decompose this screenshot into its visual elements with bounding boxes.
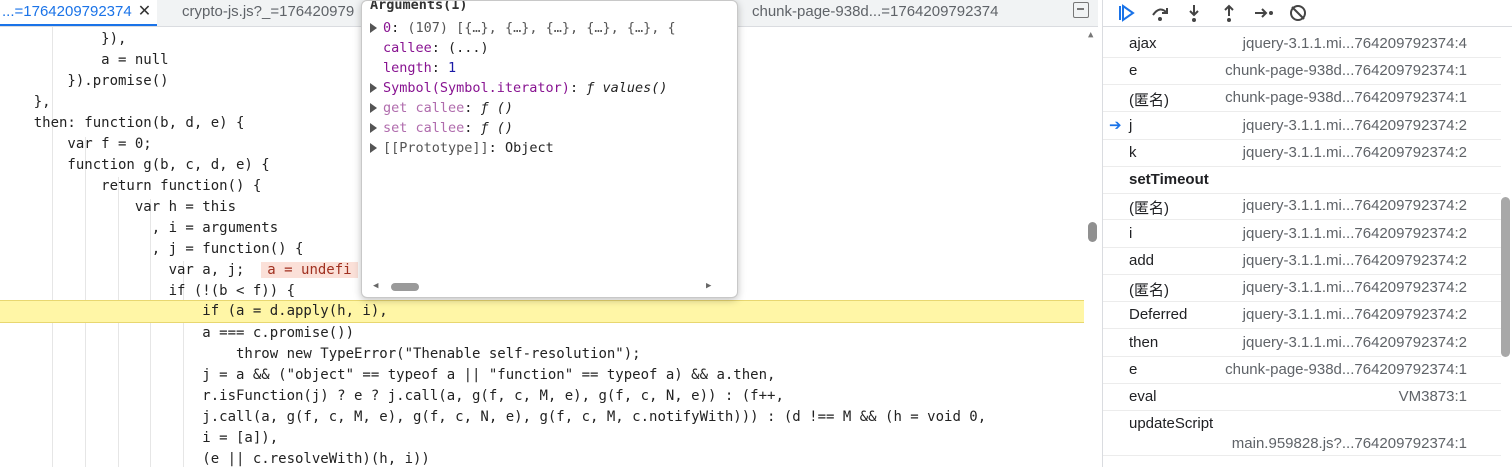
editor-scrollbar[interactable] <box>1087 27 1098 467</box>
scroll-left-icon[interactable]: ◀ <box>373 281 378 291</box>
scroll-right-icon[interactable]: ▶ <box>706 281 711 291</box>
tab-crypto-js[interactable]: crypto-js.js?_=176420979 <box>182 0 354 26</box>
expand-triangle-icon[interactable] <box>370 23 377 33</box>
expand-triangle-icon[interactable] <box>370 103 377 113</box>
tab-label: chunk-page-938d...=1764209792374 <box>752 3 999 20</box>
code-line: a === c.promise()) <box>0 325 355 341</box>
code-line: throw new TypeError("Thenable self-resol… <box>0 346 641 362</box>
call-frame[interactable]: eval VM3873:1 <box>1103 384 1501 411</box>
step-into-icon[interactable] <box>1183 3 1205 23</box>
current-frame-arrow-icon: ➔ <box>1109 117 1122 134</box>
popover-row[interactable]: get callee: ƒ () <box>370 98 513 118</box>
scroll-up-icon[interactable]: ▲ <box>1088 30 1093 40</box>
code-line: (e || c.resolveWith)(h, i)) <box>0 451 430 467</box>
popover-row[interactable]: Symbol(Symbol.iterator): ƒ values() <box>370 78 667 98</box>
expand-triangle-icon[interactable] <box>370 83 377 93</box>
tab-chunk-page[interactable]: chunk-page-938d...=1764209792374 <box>752 0 998 26</box>
call-frame[interactable]: k jquery-3.1.1.mi...764209792374:2 <box>1103 140 1501 167</box>
popover-row[interactable]: 0: (107) [{…}, {…}, {…}, {…}, {…}, { <box>370 18 676 38</box>
popover-row[interactable]: [[Prototype]]: Object <box>370 138 554 158</box>
popover-row[interactable]: length: 1 <box>370 58 456 78</box>
debugger-sidebar: ajax jquery-3.1.1.mi...764209792374:4 e ch… <box>1102 0 1512 467</box>
arguments-popover[interactable]: Arguments(1) 0: (107) [{…}, {…}, {…}, {…… <box>361 0 738 298</box>
call-stack-scroll-thumb[interactable] <box>1501 197 1510 357</box>
call-frame[interactable]: updateScript main.959828.js?...7642097923… <box>1103 411 1501 456</box>
resume-icon[interactable] <box>1115 3 1137 23</box>
editor-scroll-thumb[interactable] <box>1088 222 1097 242</box>
call-frame[interactable]: e chunk-page-938d...764209792374:1 <box>1103 357 1501 384</box>
execution-line: if (a = d.apply(h, i), <box>0 300 1084 323</box>
expand-triangle-icon[interactable] <box>370 143 377 153</box>
popover-title: Arguments(1) <box>370 0 468 13</box>
popover-scroll-thumb[interactable] <box>391 283 419 291</box>
call-frame[interactable]: add jquery-3.1.1.mi...764209792374:2 <box>1103 248 1501 275</box>
code-line: j = a && ("object" == typeof a || "funct… <box>0 367 776 383</box>
call-frame[interactable]: (匿名) jquery-3.1.1.mi...764209792374:2 <box>1103 193 1501 220</box>
code-line: i = [a]), <box>0 430 279 446</box>
call-frame[interactable]: (匿名) jquery-3.1.1.mi...764209792374:2 <box>1103 275 1501 302</box>
call-frame[interactable]: Deferred jquery-3.1.1.mi...764209792374:2 <box>1103 302 1501 329</box>
popover-row[interactable]: callee: (...) <box>370 38 489 58</box>
tab-label: crypto-js.js?_=176420979 <box>182 3 355 20</box>
expand-triangle-icon[interactable] <box>370 123 377 133</box>
debugger-toolbar <box>1103 0 1512 27</box>
step-icon[interactable] <box>1253 3 1275 23</box>
popover-row[interactable]: set callee: ƒ () <box>370 118 513 138</box>
step-out-icon[interactable] <box>1218 3 1240 23</box>
code-line: j.call(a, g(f, c, M, e), g(f, c, N, e), … <box>0 409 987 425</box>
step-over-icon[interactable] <box>1149 3 1171 23</box>
call-frame[interactable]: (匿名) chunk-page-938d...764209792374:1 <box>1103 85 1501 112</box>
async-boundary-label: setTimeout <box>1103 167 1501 194</box>
tab-jquery[interactable]: ...=1764209792374 ✕ <box>0 0 158 26</box>
tab-label: ...=1764209792374 <box>2 3 132 20</box>
popover-hscrollbar[interactable]: ◀ ▶ <box>370 281 725 293</box>
deactivate-breakpoints-icon[interactable] <box>1287 3 1309 23</box>
code-line: r.isFunction(j) ? e ? j.call(a, g(f, c, … <box>0 388 784 404</box>
call-frame[interactable]: ajax jquery-3.1.1.mi...764209792374:4 <box>1103 31 1501 58</box>
inline-value-badge: a = undefi <box>261 262 358 278</box>
collapse-panel-icon[interactable] <box>1073 2 1089 18</box>
call-frame[interactable]: e chunk-page-938d...764209792374:1 <box>1103 58 1501 85</box>
call-frame[interactable]: then jquery-3.1.1.mi...764209792374:2 <box>1103 330 1501 357</box>
call-frame[interactable]: i jquery-3.1.1.mi...764209792374:2 <box>1103 221 1501 248</box>
close-icon[interactable]: ✕ <box>138 3 151 20</box>
call-frame-current[interactable]: ➔ j jquery-3.1.1.mi...764209792374:2 <box>1103 113 1501 140</box>
